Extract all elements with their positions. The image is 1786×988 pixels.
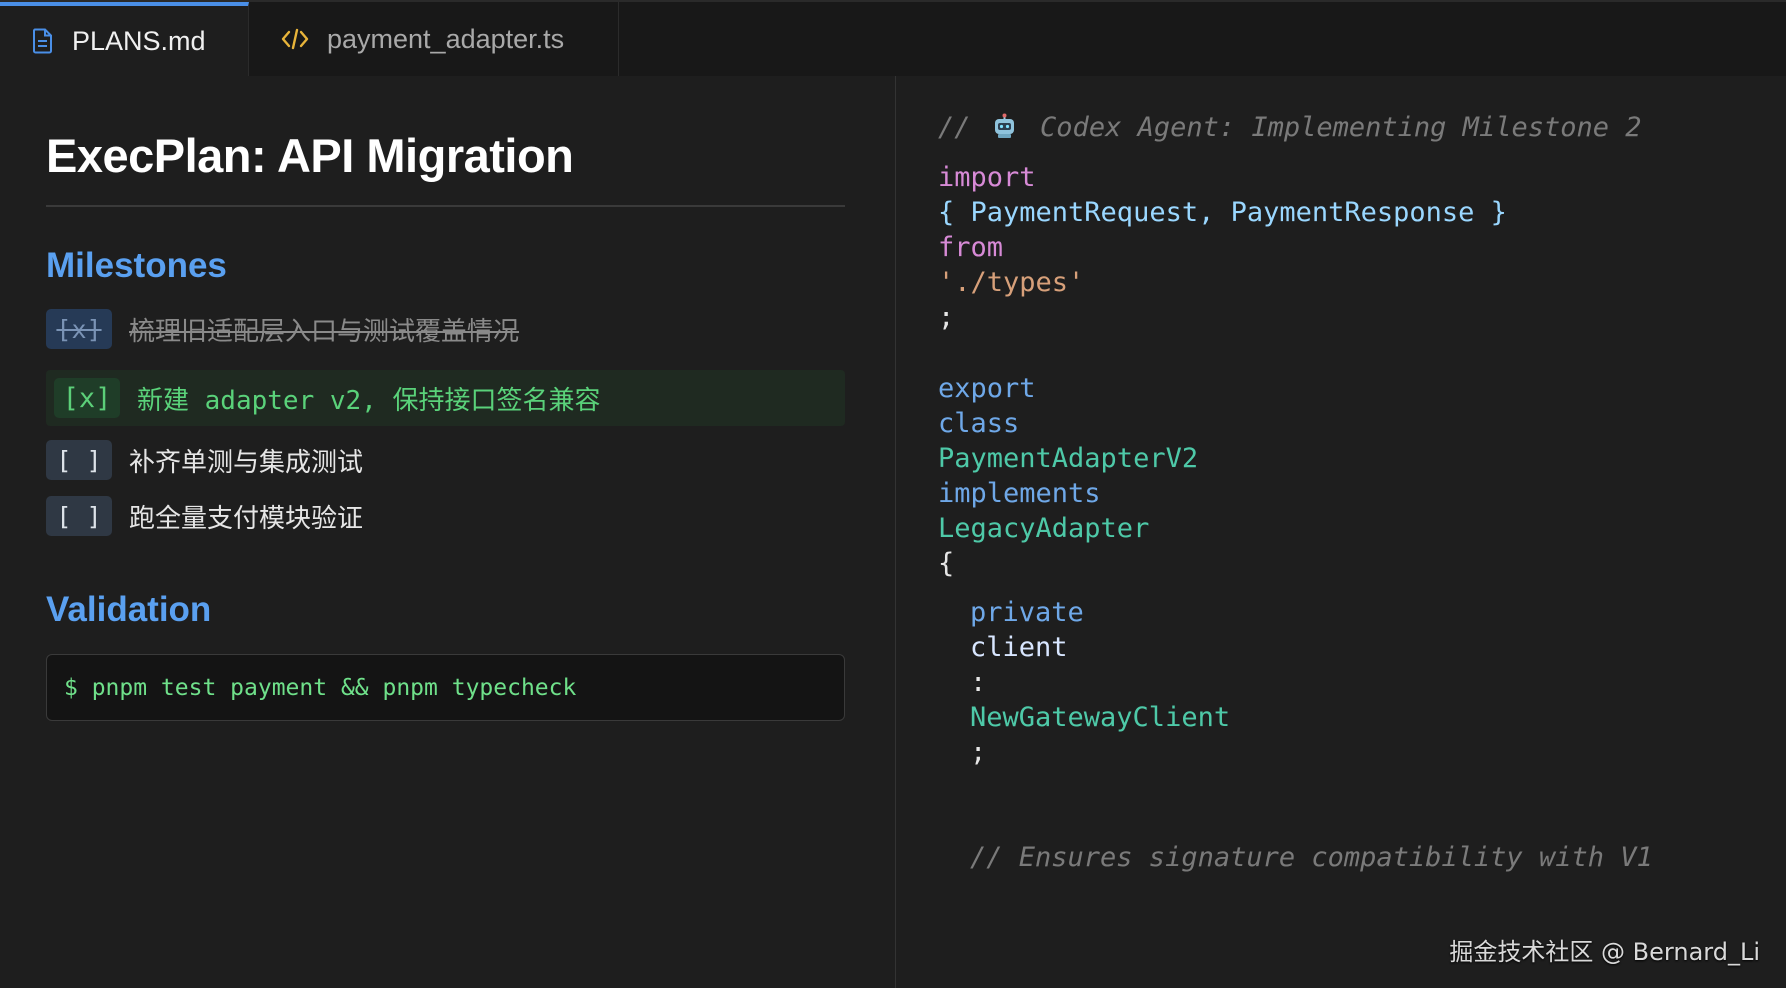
checkbox-checked[interactable]: [x] <box>54 378 120 418</box>
milestone-text: 梳理旧适配层入口与测试覆盖情况 <box>129 316 520 347</box>
milestones-heading: Milestones <box>46 246 227 285</box>
markdown-preview-pane: ExecPlan: API Migration Milestones [x] 梳… <box>0 76 895 988</box>
class-name: PaymentAdapterV2 <box>938 443 1199 474</box>
milestone-text: 新建 adapter v2, 保持接口签名兼容 <box>137 385 601 416</box>
milestone-item: [ ] 跑全量支付模块验证 <box>46 494 363 538</box>
keyword-import: import <box>938 162 1036 193</box>
field-colon: : <box>970 667 987 698</box>
tab-bar: PLANS.md payment_adapter.ts <box>0 2 1786 76</box>
milestone-text: 跑全量支付模块验证 <box>129 503 364 534</box>
tab-payment-adapter-ts[interactable]: payment_adapter.ts <box>249 2 619 76</box>
milestone-item: [x] 梳理旧适配层入口与测试覆盖情况 <box>46 307 519 351</box>
module-path-string: './types' <box>938 267 1085 298</box>
header-comment: // Codex Agent: Implementing Milestone 2 <box>938 112 1642 143</box>
trailing-comment: // Ensures signature compatibility with … <box>970 842 1653 873</box>
milestone-item-active: [x] 新建 adapter v2, 保持接口签名兼容 <box>54 376 601 420</box>
keyword-private: private <box>970 597 1084 628</box>
class-open-brace: { <box>938 548 955 579</box>
document-icon <box>32 28 54 54</box>
checkbox-unchecked[interactable]: [ ] <box>46 440 112 480</box>
interface-name: LegacyAdapter <box>938 513 1150 544</box>
milestone-text: 补齐单测与集成测试 <box>129 447 364 478</box>
field-semicolon: ; <box>970 737 987 768</box>
validation-command-block[interactable]: $ pnpm test payment && pnpm typecheck <box>46 654 845 721</box>
tab-plans-md[interactable]: PLANS.md <box>0 2 249 76</box>
field-name: client <box>970 632 1068 663</box>
checkbox-checked[interactable]: [x] <box>46 309 112 349</box>
code-icon <box>281 27 309 51</box>
field-type: NewGatewayClient <box>970 702 1231 733</box>
robot-icon <box>991 113 1018 140</box>
watermark: 掘金技术社区 @ Bernard_Li <box>1449 938 1760 966</box>
keyword-export: export <box>938 373 1036 404</box>
import-names: { PaymentRequest, PaymentResponse } <box>938 197 1507 228</box>
import-semicolon: ; <box>938 302 955 333</box>
title-divider <box>46 205 845 207</box>
tab-label: PLANS.md <box>72 25 206 56</box>
keyword-implements: implements <box>938 478 1101 509</box>
milestone-item: [ ] 补齐单测与集成测试 <box>46 438 363 482</box>
plan-title: ExecPlan: API Migration <box>46 129 574 182</box>
code-editor-pane[interactable]: // Codex Agent: Implementing Milestone 2… <box>896 76 1786 988</box>
keyword-from: from <box>938 232 1004 263</box>
comment-text: Codex Agent: Implementing Milestone 2 <box>1040 112 1642 143</box>
tab-label: payment_adapter.ts <box>327 23 565 54</box>
checkbox-unchecked[interactable]: [ ] <box>46 496 112 536</box>
comment-prefix: // <box>938 112 971 143</box>
validation-heading: Validation <box>46 590 212 629</box>
keyword-class: class <box>938 408 1020 439</box>
editor-window: PLANS.md payment_adapter.ts ExecPlan: AP… <box>0 0 1786 988</box>
